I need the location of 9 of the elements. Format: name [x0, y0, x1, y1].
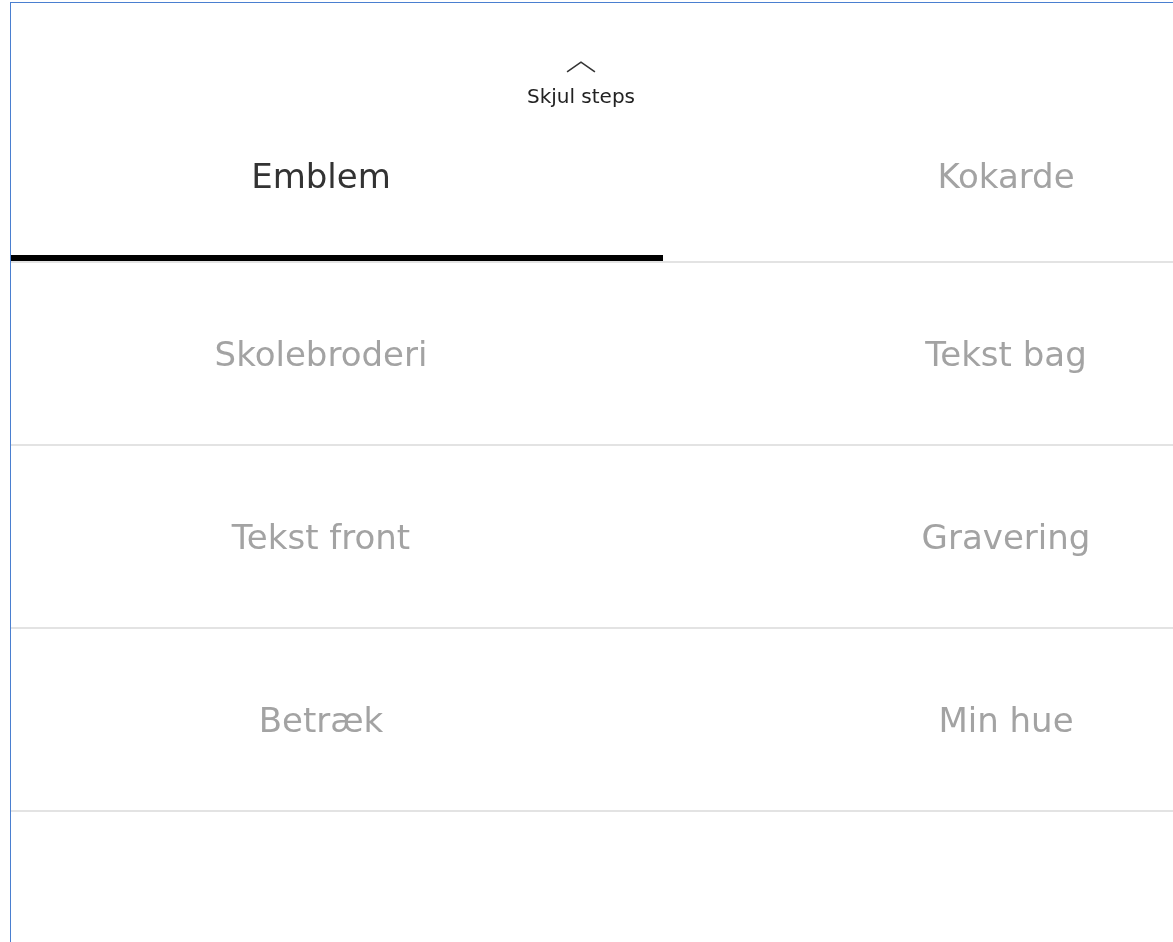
step-tab[interactable]: Kokarde: [937, 156, 1075, 261]
step-tab[interactable]: Tekst front: [231, 510, 411, 563]
step-tab[interactable]: Gravering: [921, 510, 1091, 563]
step-tab[interactable]: Skolebroderi: [214, 327, 428, 380]
hide-steps-button[interactable]: Skjul steps: [526, 60, 636, 133]
step-tab[interactable]: Emblem: [11, 156, 663, 261]
step-tab[interactable]: Betræk: [258, 693, 384, 746]
step-tab[interactable]: Min hue: [938, 693, 1074, 746]
step-tab[interactable]: Tekst bag: [925, 327, 1087, 380]
